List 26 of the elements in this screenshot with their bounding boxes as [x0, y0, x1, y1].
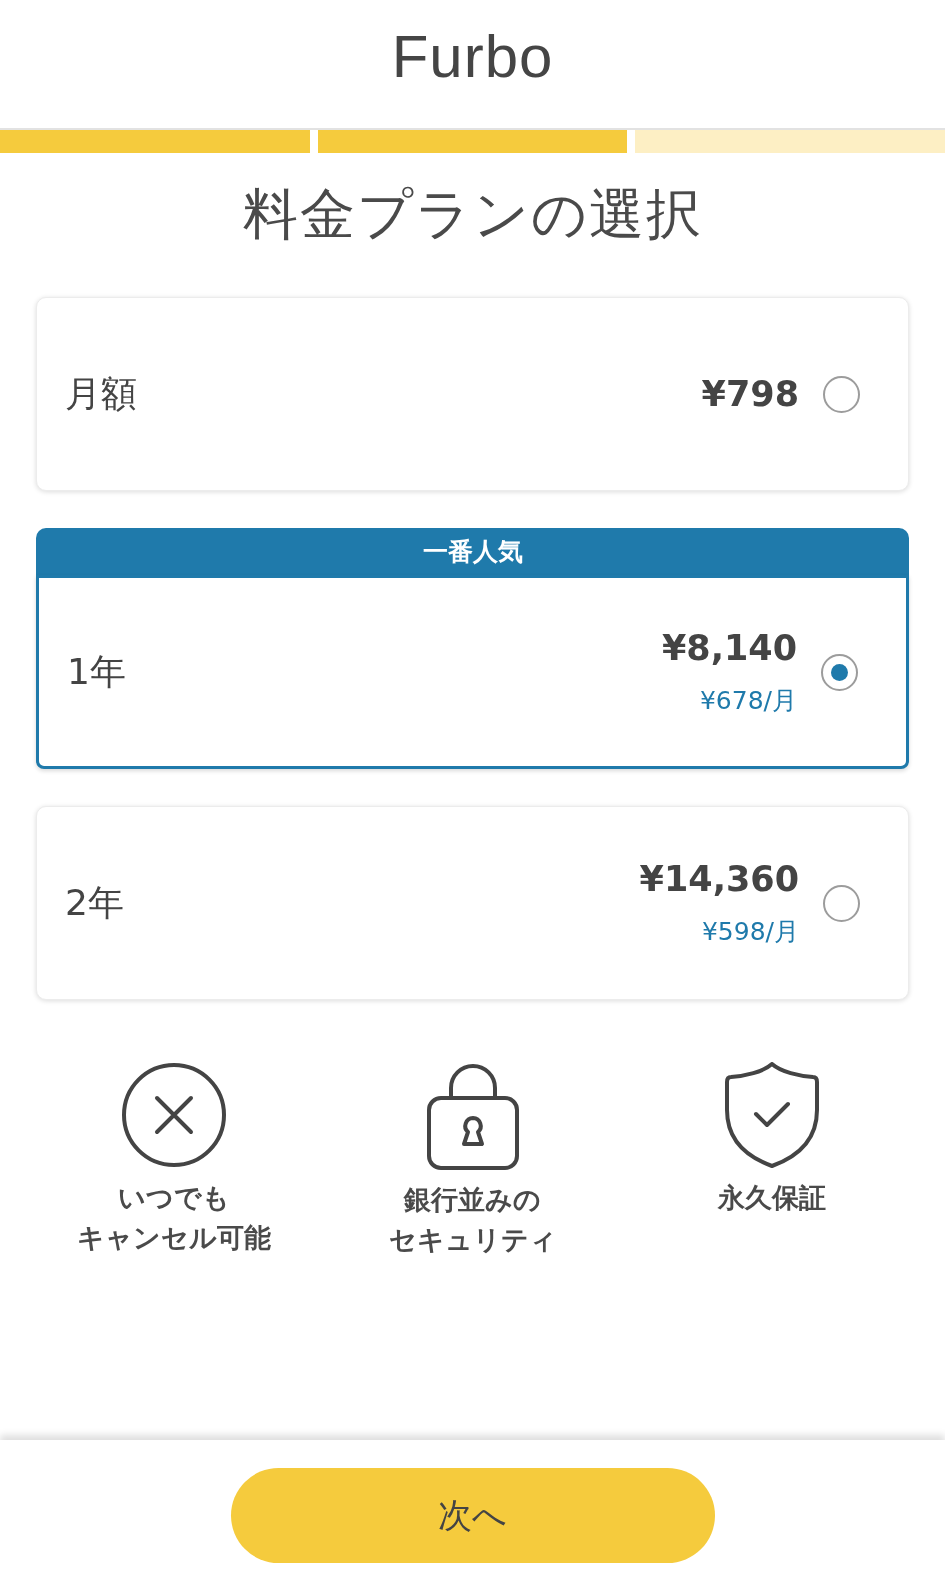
next-button[interactable]: 次へ — [230, 1468, 715, 1563]
feature-label: いつでも — [117, 1181, 230, 1215]
radio-button[interactable] — [821, 653, 858, 691]
plan-card[interactable]: 月額 ¥798 — [36, 297, 909, 491]
plan-name: 1年 — [67, 649, 127, 694]
feature-label: セキュリティ — [388, 1223, 557, 1257]
plan-card[interactable]: 2年 ¥14,360 ¥598/月 — [36, 806, 909, 1000]
feature-label: 銀行並みの — [404, 1183, 541, 1217]
monthly-price: ¥678/月 — [699, 685, 797, 717]
close-circle-icon — [120, 1062, 227, 1168]
plan-name: 2年 — [65, 880, 125, 925]
radio-button[interactable] — [823, 884, 860, 922]
padlock-icon — [426, 1062, 519, 1170]
shield-check-icon — [724, 1062, 819, 1168]
plan-price: ¥798 — [701, 373, 799, 416]
radio-button[interactable] — [823, 375, 860, 413]
brand-logo: Furbo — [391, 27, 554, 87]
monthly-price: ¥598/月 — [701, 916, 799, 948]
popular-badge: 一番人気 — [36, 528, 909, 575]
feature-label: 永久保証 — [717, 1181, 826, 1215]
plan-card[interactable]: 1年 ¥8,140 ¥678/月 — [36, 575, 909, 769]
plan-name: 月額 — [65, 371, 138, 416]
plan-price: ¥8,140 — [661, 627, 797, 670]
page-title: 料金プランの選択 — [241, 181, 704, 248]
plan-price: ¥14,360 — [639, 858, 799, 901]
feature-label: キャンセル可能 — [76, 1221, 271, 1255]
